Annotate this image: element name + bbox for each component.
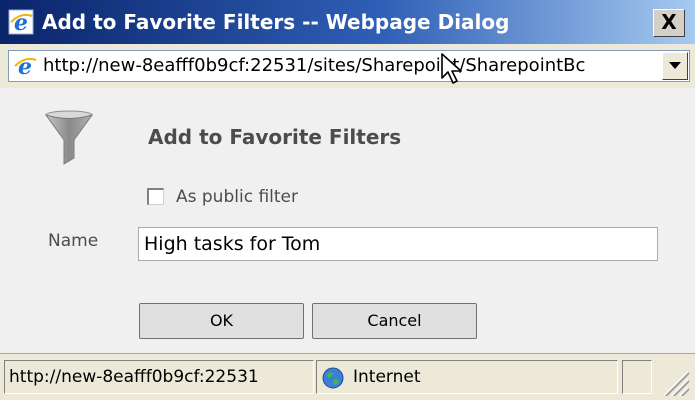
- ok-button[interactable]: OK: [139, 303, 304, 339]
- close-button[interactable]: X: [653, 9, 685, 37]
- public-filter-label[interactable]: As public filter: [176, 185, 298, 209]
- status-zone: Internet: [353, 367, 421, 387]
- name-input[interactable]: [138, 227, 658, 261]
- status-extra-pane: [622, 360, 652, 394]
- name-label: Name: [48, 231, 99, 251]
- cancel-button[interactable]: Cancel: [312, 303, 477, 339]
- status-url: http://new-8eafff0b9cf:22531: [9, 367, 259, 387]
- webpage-dialog-window: e Add to Favorite Filters -- Webpage Dia…: [0, 0, 695, 400]
- address-url: http://new-8eafff0b9cf:22531/sites/Share…: [43, 55, 586, 76]
- window-title: Add to Favorite Filters -- Webpage Dialo…: [42, 10, 510, 34]
- address-bar: e http://new-8eafff0b9cf:22531/sites/Sha…: [0, 44, 695, 88]
- resize-grip-icon[interactable]: [656, 364, 690, 398]
- svg-text:e: e: [14, 10, 28, 35]
- globe-icon: [321, 366, 345, 390]
- public-filter-checkbox[interactable]: [147, 188, 164, 205]
- ie-icon: e: [13, 54, 37, 80]
- status-url-pane: http://new-8eafff0b9cf:22531: [4, 360, 314, 394]
- address-field[interactable]: e http://new-8eafff0b9cf:22531/sites/Sha…: [8, 50, 690, 82]
- title-bar[interactable]: e Add to Favorite Filters -- Webpage Dia…: [0, 0, 695, 44]
- filter-funnel-icon: [44, 110, 94, 166]
- mouse-cursor-icon: [440, 52, 466, 86]
- dialog-content: Add to Favorite Filters As public filter…: [0, 88, 695, 353]
- address-dropdown-button[interactable]: [662, 52, 688, 80]
- svg-text:e: e: [18, 54, 32, 78]
- ie-icon: e: [8, 9, 34, 36]
- dialog-heading: Add to Favorite Filters: [148, 125, 402, 149]
- status-bar: http://new-8eafff0b9cf:22531 Internet: [0, 353, 695, 400]
- status-zone-pane[interactable]: Internet: [316, 360, 618, 394]
